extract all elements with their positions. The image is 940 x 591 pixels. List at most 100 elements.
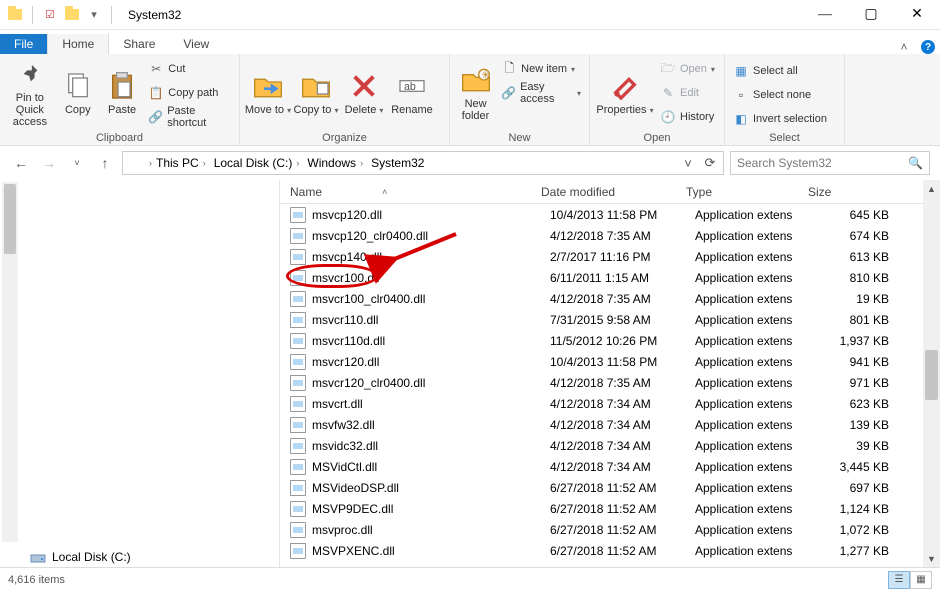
qat-newfolder-icon[interactable] bbox=[63, 6, 81, 24]
copy-path-button[interactable]: 📋Copy path bbox=[144, 82, 235, 104]
paste-button[interactable]: Paste bbox=[100, 56, 144, 130]
history-icon: 🕘 bbox=[660, 109, 676, 125]
scroll-down-button[interactable]: ▼ bbox=[923, 550, 940, 567]
file-row[interactable]: msvcr110.dll7/31/2015 9:58 AMApplication… bbox=[280, 309, 940, 330]
minimize-button[interactable]: — bbox=[802, 0, 848, 30]
dll-file-icon bbox=[290, 333, 306, 349]
dll-file-icon bbox=[290, 249, 306, 265]
file-name: msvcr110d.dll bbox=[312, 334, 550, 348]
sidebar-item-local-disk[interactable]: Local Disk (C:) bbox=[30, 549, 131, 565]
dll-file-icon bbox=[290, 459, 306, 475]
select-none-button[interactable]: ▫Select none bbox=[729, 84, 831, 106]
new-folder-button[interactable]: ✳ New folder bbox=[454, 56, 497, 130]
address-bar[interactable]: › This PC› Local Disk (C:)› Windows› Sys… bbox=[122, 151, 724, 175]
pin-to-quick-access-button[interactable]: Pin to Quick access bbox=[4, 56, 56, 130]
file-row[interactable]: msvcrt.dll4/12/2018 7:34 AMApplication e… bbox=[280, 393, 940, 414]
dll-file-icon bbox=[290, 522, 306, 538]
dll-file-icon bbox=[290, 375, 306, 391]
select-all-button[interactable]: ▦Select all bbox=[729, 60, 831, 82]
open-button[interactable]: 🗁Open ▾ bbox=[656, 58, 719, 80]
file-row[interactable]: msvcp140.dll2/7/2017 11:16 PMApplication… bbox=[280, 246, 940, 267]
properties-button[interactable]: Properties ▾ bbox=[594, 56, 656, 130]
file-row[interactable]: msvcr100.dll6/11/2011 1:15 AMApplication… bbox=[280, 267, 940, 288]
file-row[interactable]: msvfw32.dll4/12/2018 7:34 AMApplication … bbox=[280, 414, 940, 435]
address-history-dropdown[interactable]: ˅ bbox=[677, 156, 699, 171]
file-size: 1,937 KB bbox=[817, 334, 897, 348]
invert-selection-button[interactable]: ◧Invert selection bbox=[729, 108, 831, 130]
col-name-header[interactable]: Name bbox=[290, 185, 322, 199]
forward-button[interactable]: → bbox=[38, 152, 60, 174]
file-row[interactable]: MSVP9DEC.dll6/27/2018 11:52 AMApplicatio… bbox=[280, 498, 940, 519]
breadcrumb-thispc[interactable]: This PC› bbox=[152, 156, 210, 170]
home-tab[interactable]: Home bbox=[47, 34, 109, 54]
file-name: msvcp140.dll bbox=[312, 250, 550, 264]
scroll-up-button[interactable]: ▲ bbox=[923, 180, 940, 197]
col-date-header[interactable]: Date modified bbox=[541, 185, 686, 199]
file-row[interactable]: msvcr110d.dll11/5/2012 10:26 PMApplicati… bbox=[280, 330, 940, 351]
selectall-icon: ▦ bbox=[733, 63, 749, 79]
file-row[interactable]: msvcp120.dll10/4/2013 11:58 PMApplicatio… bbox=[280, 204, 940, 225]
file-size: 1,124 KB bbox=[817, 502, 897, 516]
col-type-header[interactable]: Type bbox=[686, 185, 808, 199]
file-list-scrollbar[interactable]: ▲ ▼ bbox=[923, 180, 940, 567]
navigation-pane[interactable]: Local Disk (C:) bbox=[0, 180, 280, 567]
up-button[interactable]: ↑ bbox=[94, 152, 116, 174]
file-row[interactable]: msvcr120_clr0400.dll4/12/2018 7:35 AMApp… bbox=[280, 372, 940, 393]
file-name: msvproc.dll bbox=[312, 523, 550, 537]
collapse-ribbon-button[interactable]: ˄ bbox=[892, 40, 916, 54]
view-tab[interactable]: View bbox=[169, 34, 223, 54]
back-button[interactable]: ← bbox=[10, 152, 32, 174]
qat-customize-dropdown[interactable]: ▾ bbox=[85, 6, 103, 24]
file-size: 1,277 KB bbox=[817, 544, 897, 558]
file-name: msvcp120_clr0400.dll bbox=[312, 229, 550, 243]
file-row[interactable]: msvcr100_clr0400.dll4/12/2018 7:35 AMApp… bbox=[280, 288, 940, 309]
edit-icon: ✎ bbox=[660, 85, 676, 101]
edit-button[interactable]: ✎Edit bbox=[656, 82, 719, 104]
large-icons-view-button[interactable]: ▦ bbox=[910, 571, 932, 589]
paste-shortcut-button[interactable]: 🔗Paste shortcut bbox=[144, 106, 235, 128]
help-button[interactable]: ? bbox=[916, 40, 940, 54]
refresh-button[interactable]: ⟳ bbox=[699, 155, 721, 171]
file-tab[interactable]: File bbox=[0, 34, 47, 54]
file-size: 623 KB bbox=[817, 397, 897, 411]
qat-properties-icon[interactable]: ☑ bbox=[41, 6, 59, 24]
scroll-thumb[interactable] bbox=[925, 350, 938, 400]
file-row[interactable]: msvproc.dll6/27/2018 11:52 AMApplication… bbox=[280, 519, 940, 540]
copy-button[interactable]: Copy bbox=[56, 56, 100, 130]
breadcrumb-system32[interactable]: System32 bbox=[367, 156, 428, 170]
properties-icon bbox=[609, 70, 641, 102]
new-item-button[interactable]: 🗋New item ▾ bbox=[497, 58, 585, 80]
recent-locations-dropdown[interactable]: ˅ bbox=[66, 152, 88, 174]
columns-header[interactable]: Name ˄ Date modified Type Size bbox=[280, 180, 940, 204]
file-row[interactable]: MSVidCtl.dll4/12/2018 7:34 AMApplication… bbox=[280, 456, 940, 477]
move-to-button[interactable]: Move to ▾ bbox=[244, 56, 292, 130]
file-size: 3,445 KB bbox=[817, 460, 897, 474]
history-button[interactable]: 🕘History bbox=[656, 106, 719, 128]
file-date: 6/27/2018 11:52 AM bbox=[550, 502, 695, 516]
sidebar-scrollbar[interactable] bbox=[2, 182, 18, 542]
easy-access-button[interactable]: 🔗Easy access ▾ bbox=[497, 82, 585, 104]
drive-icon bbox=[30, 549, 46, 565]
col-size-header[interactable]: Size bbox=[808, 185, 898, 199]
sort-arrow-icon: ˄ bbox=[382, 187, 387, 197]
file-row[interactable]: msvcp120_clr0400.dll4/12/2018 7:35 AMApp… bbox=[280, 225, 940, 246]
copy-to-button[interactable]: Copy to ▾ bbox=[292, 56, 340, 130]
file-row[interactable]: MSVideoDSP.dll6/27/2018 11:52 AMApplicat… bbox=[280, 477, 940, 498]
breadcrumb-localdisk[interactable]: Local Disk (C:)› bbox=[210, 156, 304, 170]
breadcrumb-windows[interactable]: Windows› bbox=[303, 156, 367, 170]
search-box[interactable]: Search System32 🔍 bbox=[730, 151, 930, 175]
close-button[interactable]: ✕ bbox=[894, 0, 940, 30]
details-view-button[interactable]: ☰ bbox=[888, 571, 910, 589]
maximize-button[interactable]: ▢ bbox=[848, 0, 894, 30]
file-row[interactable]: msvcr120.dll10/4/2013 11:58 PMApplicatio… bbox=[280, 351, 940, 372]
file-size: 139 KB bbox=[817, 418, 897, 432]
rename-button[interactable]: ab Rename bbox=[388, 56, 436, 130]
share-tab[interactable]: Share bbox=[109, 34, 169, 54]
file-size: 1,072 KB bbox=[817, 523, 897, 537]
delete-button[interactable]: Delete ▾ bbox=[340, 56, 388, 130]
file-date: 7/31/2015 9:58 AM bbox=[550, 313, 695, 327]
file-row[interactable]: msvidc32.dll4/12/2018 7:34 AMApplication… bbox=[280, 435, 940, 456]
file-row[interactable]: MSVPXENC.dll6/27/2018 11:52 AMApplicatio… bbox=[280, 540, 940, 561]
file-size: 613 KB bbox=[817, 250, 897, 264]
cut-button[interactable]: ✂Cut bbox=[144, 58, 235, 80]
